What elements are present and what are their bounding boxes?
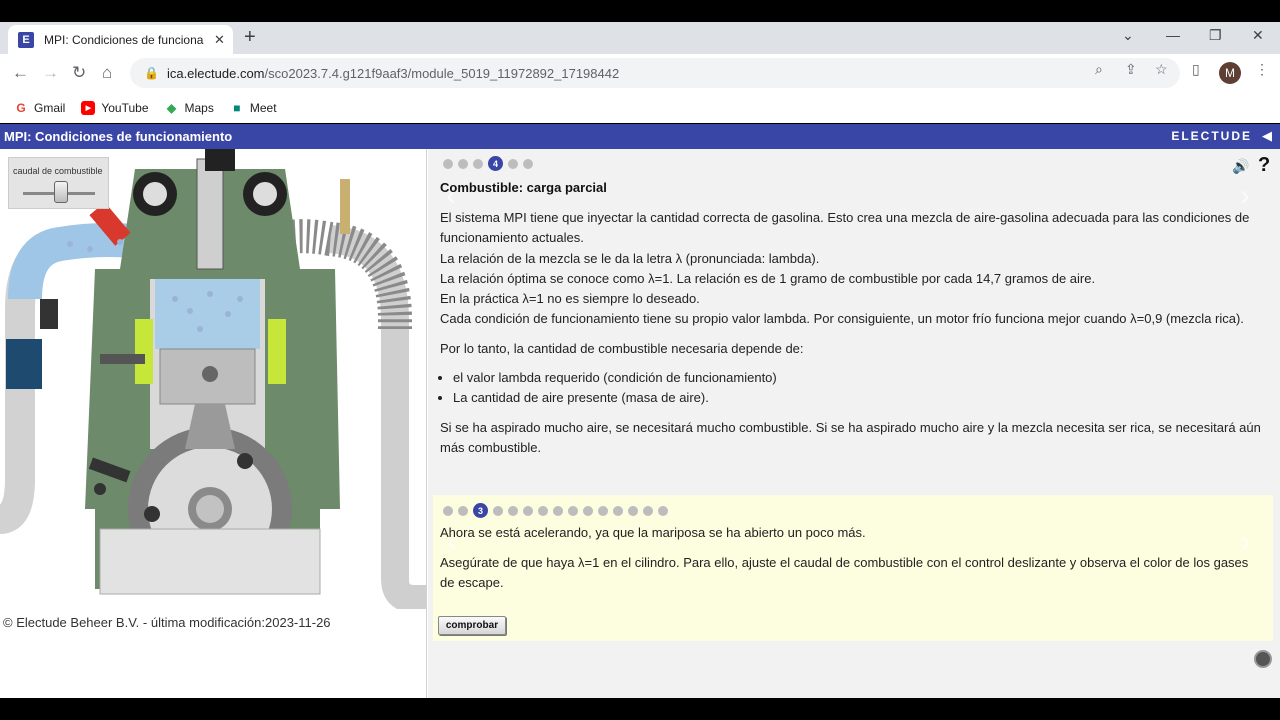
speaker-icon[interactable]: 🔊 [1232,158,1249,175]
tab-title: MPI: Condiciones de funcionam [44,32,204,47]
chat-icon[interactable] [1254,650,1272,668]
paragraph: Por lo tanto, la cantidad de combustible… [440,340,804,356]
paragraph: Cada condición de funcionamiento tiene s… [440,311,1244,327]
forward-icon[interactable]: → [42,63,59,83]
fuel-flow-slider-label: caudal de combustible [13,166,103,176]
simulation-panel: caudal de combustible © Electude Beheer … [0,149,427,698]
maps-icon: ◆ [164,100,179,115]
bookmark-label: Maps [184,100,214,115]
youtube-icon: ▶ [81,100,96,115]
url-path: /sco2023.7.4.g121f9aaf3/module_5019_1197… [264,65,620,81]
list-item: La cantidad de aire presente (masa de ai… [453,388,1266,408]
electude-favicon-icon: E [18,31,34,48]
collapse-arrow-icon[interactable]: ◀ [1262,128,1272,144]
section-title: Combustible: carga parcial [440,180,607,195]
share-icon[interactable]: ⇪ [1125,61,1137,78]
step-dot[interactable] [583,505,593,516]
page-dot-current[interactable]: 4 [488,156,503,171]
browser-tab[interactable]: E MPI: Condiciones de funcionam ✕ [8,25,233,54]
bookmark-label: Gmail [34,100,66,115]
module-content: caudal de combustible © Electude Beheer … [0,149,1280,698]
close-window-icon[interactable]: ✕ [1252,27,1264,44]
step-dot[interactable] [443,505,453,516]
new-tab-icon[interactable]: + [244,26,256,49]
task-step-indicator: 3 [443,503,668,518]
fuel-flow-control: caudal de combustible [8,157,109,209]
page-dot[interactable] [443,158,453,169]
home-icon[interactable]: ⌂ [102,63,112,83]
fuel-flow-slider-thumb[interactable] [54,181,68,203]
step-dot[interactable] [613,505,623,516]
step-dot[interactable] [598,505,608,516]
step-dot[interactable] [538,505,548,516]
side-panel-icon[interactable]: ▯ [1192,61,1200,78]
check-button[interactable]: comprobar [438,616,506,635]
step-dot[interactable] [508,505,518,516]
step-dot[interactable] [658,505,668,516]
tab-strip: E MPI: Condiciones de funcionam ✕ + ⌄ — … [0,22,1280,54]
bookmark-star-icon[interactable]: ☆ [1155,61,1168,78]
paragraph: La relación de la mezcla se le da la let… [440,250,820,266]
paragraph: Si se ha aspirado mucho aire, se necesit… [440,419,1261,455]
page-dot[interactable] [508,158,518,169]
screen: E MPI: Condiciones de funcionam ✕ + ⌄ — … [0,0,1280,720]
url-domain: ica.electude.com [166,65,265,81]
step-dot[interactable] [553,505,563,516]
task-text: Ahora se está acelerando, ya que la mari… [440,523,1266,594]
bookmark-label: Meet [249,100,277,115]
task-box: 3 ‹ › Ahora se está acelerando, ya que l… [433,495,1273,641]
bottom-bar [0,698,1280,720]
browser-chrome: E MPI: Condiciones de funcionam ✕ + ⌄ — … [0,22,1280,123]
step-dot[interactable] [643,505,653,516]
page-dot[interactable] [458,158,468,169]
module-header: MPI: Condiciones de funcionamiento ELECT… [0,124,1280,149]
page-indicator: 4 [443,156,533,171]
task-paragraph: Ahora se está acelerando, ya que la mari… [440,525,866,540]
page-dot[interactable] [473,158,483,169]
help-icon[interactable]: ? [1258,154,1270,177]
restore-icon[interactable]: ❐ [1209,27,1222,44]
paragraph: El sistema MPI tiene que inyectar la can… [440,210,1250,246]
back-icon[interactable]: ← [12,63,29,83]
page-dot[interactable] [523,158,533,169]
electude-logo: ELECTUDE [1171,129,1252,143]
gmail-icon: G [14,100,28,115]
factor-list: el valor lambda requerido (condición de … [440,368,1266,409]
lock-icon: 🔒 [144,66,159,80]
step-dot[interactable] [628,505,638,516]
paragraph: En la práctica λ=1 no es siempre lo dese… [440,291,700,307]
menu-kebab-icon[interactable]: ⋮ [1255,61,1269,78]
bookmarks-bar: G Gmail ▶ YouTube ◆ Maps ■ Meet [0,92,1280,123]
list-item: el valor lambda requerido (condición de … [453,368,1266,388]
meet-icon: ■ [229,100,244,115]
step-dot[interactable] [493,505,503,516]
module-title: MPI: Condiciones de funcionamiento [4,129,233,144]
step-dot[interactable] [523,505,533,516]
theory-panel: 4 🔊 ? ‹ › Combustible: carga parcial El … [428,149,1280,698]
copyright-notice: © Electude Beheer B.V. - última modifica… [3,615,331,630]
bookmark-maps[interactable]: ◆ Maps [164,100,214,115]
theory-text: El sistema MPI tiene que inyectar la can… [440,208,1266,458]
paragraph: La relación óptima se conoce como λ=1. L… [440,270,1096,286]
step-dot[interactable] [458,505,468,516]
bookmark-meet[interactable]: ■ Meet [229,100,277,115]
reload-icon[interactable]: ↻ [72,63,86,83]
close-tab-icon[interactable]: ✕ [214,32,225,48]
step-dot-current[interactable]: 3 [473,503,488,518]
address-bar[interactable]: 🔒 ica.electude.com/sco2023.7.4.g121f9aaf… [130,58,1180,88]
minimize-icon[interactable]: — [1166,27,1180,43]
bookmark-gmail[interactable]: G Gmail [14,100,66,115]
profile-avatar[interactable]: M [1219,62,1241,84]
browser-toolbar: ← → ↻ ⌂ 🔒 ica.electude.com/sco2023.7.4.g… [0,54,1280,92]
bookmark-label: YouTube [101,100,149,115]
engine-cutaway-illustration [0,149,426,609]
bookmark-youtube[interactable]: ▶ YouTube [81,100,149,115]
tab-search-icon[interactable]: ⌄ [1122,27,1134,44]
task-paragraph: Asegúrate de que haya λ=1 en el cilindro… [440,554,1249,591]
zoom-icon[interactable]: ⌕ [1095,61,1103,78]
step-dot[interactable] [568,505,578,516]
